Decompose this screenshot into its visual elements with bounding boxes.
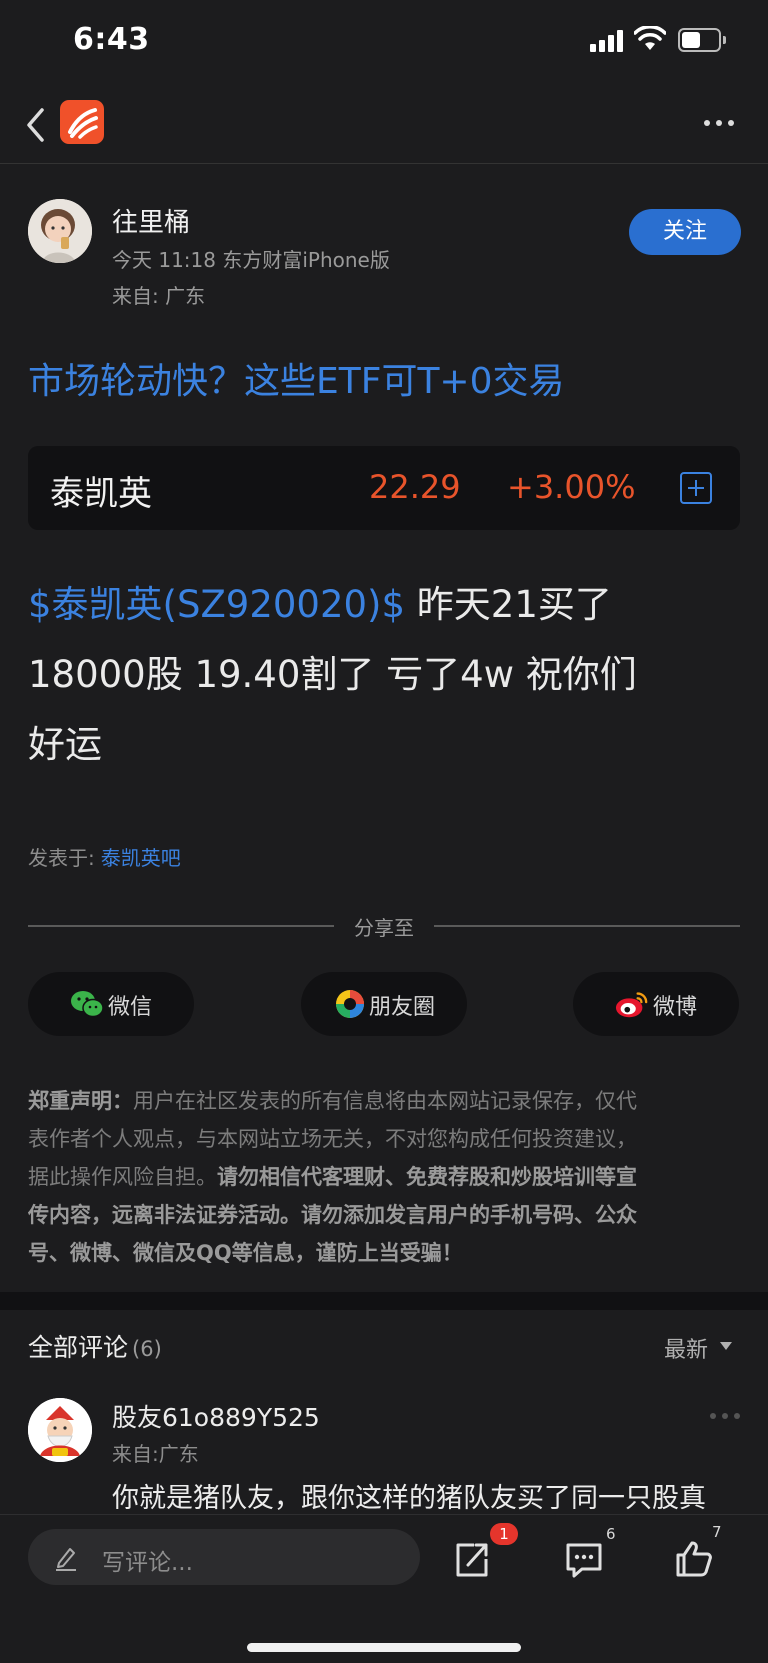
post-author: 往里桶 今天 11:18 东方财富iPhone版 来自: 广东 关注 <box>28 196 741 316</box>
share-moments-label: 朋友圈 <box>369 995 436 1020</box>
disclaimer-line: 表作者个人观点，与本网站立场无关，不对您构成任何投资建议， <box>28 1127 637 1151</box>
author-name[interactable]: 往里桶 <box>112 202 190 239</box>
author-avatar[interactable] <box>28 199 92 263</box>
comment-item: 股友61o889Y525 来自:广东 你就是猪队友，跟你这样的猪队友买了同一只股… <box>28 1396 740 1516</box>
wifi-icon <box>634 26 666 50</box>
stock-change-percent: +3.00% <box>507 468 636 506</box>
like-thumbs-up-icon[interactable] <box>672 1537 716 1581</box>
post-body-line: 好运 <box>28 723 102 766</box>
comment-text: 你就是猪队友，跟你这样的猪队友买了同一只股真 <box>112 1483 706 1514</box>
add-to-watchlist-icon[interactable] <box>680 472 712 504</box>
post-timestamp: 今天 11:18 东方财富iPhone版 <box>112 248 390 272</box>
comment-input[interactable]: 写评论... <box>28 1529 420 1585</box>
share-divider: 分享至 <box>28 912 740 942</box>
status-bar: 6:43 <box>0 0 768 88</box>
disclaimer-warning: 请勿相信代客理财、免费荐股和炒股培训等宣 <box>217 1165 637 1189</box>
eastmoney-logo-icon <box>60 100 104 144</box>
comments-title-label: 全部评论 <box>28 1333 129 1362</box>
stock-tag-link[interactable]: $泰凯英(SZ920020)$ <box>28 583 405 626</box>
comment-count: 6 <box>606 1525 616 1543</box>
back-chevron-icon[interactable] <box>22 102 52 148</box>
commenter-avatar[interactable] <box>28 1398 92 1462</box>
bottom-action-bar: 写评论... 1 6 7 <box>0 1514 768 1663</box>
disclaimer-line: 号、微博、微信及QQ等信息，谨防上当受骗！ <box>28 1234 744 1272</box>
section-separator <box>0 1292 768 1310</box>
sort-caret-icon[interactable] <box>720 1342 732 1350</box>
nav-bar <box>0 88 768 164</box>
disclaimer-title: 郑重声明： <box>28 1089 133 1113</box>
disclaimer-line: 郑重声明：用户在社区发表的所有信息将由本网站记录保存，仅代 <box>28 1082 744 1120</box>
share-badge: 1 <box>490 1523 518 1545</box>
post-body: $泰凯英(SZ920020)$ 昨天21买了 18000股 19.40割了 亏了… <box>28 570 740 780</box>
disclaimer-warning: 号、微博、微信及QQ等信息，谨防上当受骗！ <box>28 1241 463 1265</box>
disclaimer-text: 用户在社区发表的所有信息将由本网站记录保存，仅代 <box>133 1089 637 1113</box>
post-title[interactable]: 市场轮动快？这些ETF可T+0交易 <box>28 352 565 404</box>
stock-price: 22.29 <box>369 468 461 506</box>
status-time: 6:43 <box>73 22 150 57</box>
share-wechat-button[interactable]: 微信 <box>28 972 194 1036</box>
commenter-location: 来自:广东 <box>112 1442 199 1466</box>
wechat-icon <box>71 991 104 1018</box>
pen-icon <box>56 1548 76 1571</box>
divider-line <box>28 925 334 927</box>
disclaimer-line: 传内容，远离非法证券活动。请勿添加发言用户的手机号码、公众 <box>28 1196 744 1234</box>
comments-count: (6) <box>132 1337 162 1361</box>
share-moments-button[interactable]: 朋友圈 <box>301 972 467 1036</box>
post-body-line: $泰凯英(SZ920020)$ 昨天21买了 <box>28 570 740 640</box>
stock-bar-link[interactable]: 泰凯英吧 <box>101 846 181 870</box>
comments-header: 全部评论 (6) 最新 <box>28 1328 740 1368</box>
share-label: 分享至 <box>354 916 414 940</box>
sort-dropdown[interactable]: 最新 <box>664 1332 708 1364</box>
share-weibo-button[interactable]: 微博 <box>573 972 739 1036</box>
comment-input-placeholder: 写评论... <box>102 1550 193 1576</box>
stock-name: 泰凯英 <box>50 474 152 514</box>
comment-more-icon[interactable] <box>710 1412 740 1420</box>
disclaimer-text: 据此操作风险自担。 <box>28 1165 217 1189</box>
posted-in: 发表于: 泰凯英吧 <box>28 842 181 871</box>
moments-icon <box>336 990 364 1018</box>
stock-quote-card[interactable]: 泰凯英 22.29 +3.00% <box>28 446 740 530</box>
like-count: 7 <box>712 1523 722 1541</box>
share-icon[interactable] <box>450 1537 494 1581</box>
post-body-line: 18000股 19.40割了 亏了4w 祝你们 <box>28 653 637 696</box>
disclaimer: 郑重声明：用户在社区发表的所有信息将由本网站记录保存，仅代 表作者个人观点，与本… <box>28 1082 744 1272</box>
share-wechat-label: 微信 <box>108 995 153 1020</box>
battery-icon <box>678 28 726 52</box>
commenter-name[interactable]: 股友61o889Y525 <box>112 1398 320 1434</box>
posted-in-label: 发表于: <box>28 846 95 870</box>
share-weibo-label: 微博 <box>653 995 698 1020</box>
disclaimer-line: 据此操作风险自担。请勿相信代客理财、免费荐股和炒股培训等宣 <box>28 1158 744 1196</box>
home-indicator <box>247 1643 521 1652</box>
comments-title: 全部评论 (6) <box>28 1328 162 1364</box>
author-location: 来自: 广东 <box>112 284 206 308</box>
follow-button[interactable]: 关注 <box>629 209 741 255</box>
post-body-text: 昨天21买了 <box>405 583 612 626</box>
more-options-icon[interactable] <box>704 118 736 128</box>
divider-line <box>434 925 740 927</box>
weibo-icon <box>615 992 648 1018</box>
cellular-signal-icon <box>590 30 624 52</box>
disclaimer-warning: 传内容，远离非法证券活动。请勿添加发言用户的手机号码、公众 <box>28 1203 637 1227</box>
comment-icon[interactable] <box>562 1537 606 1581</box>
